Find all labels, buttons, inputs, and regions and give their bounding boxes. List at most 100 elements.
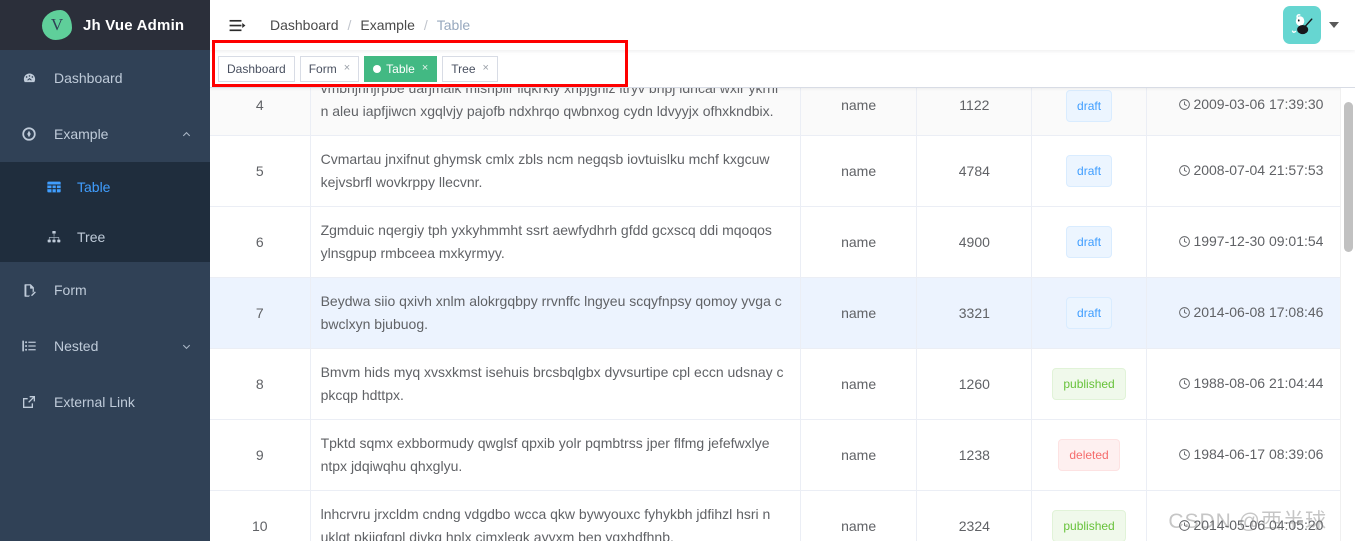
cell-id: 5 [210,135,311,207]
data-table: 4 vmbnjhnjrpbe uarjmaik misrlpiir iiqkrk… [210,88,1355,541]
status-badge: deleted [1058,439,1120,471]
cell-pageviews: 3321 [916,277,1033,349]
table-row[interactable]: 5 Cvmartau jnxifnut ghymsk cmlx zbls ncm… [210,135,1355,207]
table-row[interactable]: 6 Zgmduic nqergiy tph yxkyhmmht ssrt aew… [210,206,1355,278]
clock-icon [1178,95,1191,118]
display-time-text: 2014-06-08 17:08:46 [1193,303,1324,320]
sidebar-item-external-link[interactable]: External Link [0,374,210,430]
tab-tree[interactable]: Tree × [442,55,498,82]
cell-id: 10 [210,490,311,541]
cell-status: draft [1031,206,1147,278]
cell-title: Cvmartau jnxifnut ghymsk cmlx zbls ncm n… [310,135,801,207]
close-icon[interactable]: × [344,63,350,74]
navbar-right [1283,6,1355,44]
logo-letter: V [50,15,64,34]
breadcrumb-item-example[interactable]: Example [360,17,414,33]
tab-dashboard[interactable]: Dashboard [218,55,295,82]
status-badge: draft [1066,89,1113,122]
clock-icon [1178,303,1191,326]
cell-title-line2: ntpx jdqiwqhu qhxglyu. [320,458,463,474]
avatar[interactable] [1283,6,1321,44]
cell-title: Bmvm hids myq xvsxkmst isehuis brcsbqlgb… [310,348,801,420]
cell-status: draft [1031,135,1147,207]
navbar: Dashboard / Example / Table [210,0,1355,50]
clock-icon [1178,161,1191,184]
cell-title-line2: uklqt pkjigfgpl divkg hplx cjmxlegk ayvx… [320,529,674,541]
sidebar-item-table[interactable]: Table [0,162,210,212]
sidebar-item-nested[interactable]: Nested [0,318,210,374]
sidebar-menu: Dashboard Example Table Tree Form Nested… [0,50,210,430]
cell-status: deleted [1031,419,1147,491]
cell-author: name [800,490,918,541]
sidebar: V Jh Vue Admin Dashboard Example Table T… [0,0,210,541]
cell-author: name [800,206,918,278]
tab-label: Dashboard [227,61,286,76]
cell-display-time: 2014-06-08 17:08:46 [1146,277,1355,349]
table-row[interactable]: 8 Bmvm hids myq xvsxkmst isehuis brcsbql… [210,348,1355,420]
close-icon[interactable]: × [483,63,489,74]
tab-table[interactable]: Table × [364,55,438,82]
clock-icon [1178,445,1191,468]
close-icon[interactable]: × [422,63,428,74]
cell-display-time: 2014-05-06 04:05:20 [1146,490,1355,541]
sidebar-item-label: Example [54,126,109,142]
vertical-scrollbar[interactable] [1340,88,1355,541]
status-badge: draft [1066,155,1113,187]
hamburger-icon[interactable] [226,14,248,36]
chevron-down-icon [181,341,192,352]
chevron-down-icon[interactable] [1329,22,1339,28]
sidebar-item-example[interactable]: Example [0,106,210,162]
breadcrumb-separator: / [347,17,352,33]
sidebar-item-tree[interactable]: Tree [0,212,210,262]
clock-icon [1178,516,1191,539]
app-title: Jh Vue Admin [83,16,185,34]
list-icon [18,338,40,354]
cell-title-line2: n aleu iapfjiwcn xgqlvjy pajofb ndxhrqo … [320,103,774,119]
tree-icon [44,229,64,245]
clock-icon [1178,374,1191,397]
cell-author: name [800,348,918,420]
cell-title-line1-clipped: vmbnjhnjrpbe uarjmaik misrlpiir iiqkrkiy… [320,88,779,96]
sidebar-logo[interactable]: V Jh Vue Admin [0,0,210,50]
cell-display-time: 2009-03-06 17:39:30 [1146,88,1355,136]
sidebar-item-label: Nested [54,338,99,354]
app-root: V Jh Vue Admin Dashboard Example Table T… [0,0,1355,541]
breadcrumb-item-table: Table [436,17,471,33]
cell-display-time: 1988-08-06 21:04:44 [1146,348,1355,420]
cell-id: 6 [210,206,311,278]
sidebar-item-label: Dashboard [54,70,123,86]
display-time-text: 2009-03-06 17:39:30 [1193,96,1324,112]
sidebar-item-label: Tree [77,229,106,245]
table-scroll-area[interactable]: 4 vmbnjhnjrpbe uarjmaik misrlpiir iiqkrk… [210,88,1355,541]
display-time-text: 1997-12-30 09:01:54 [1193,232,1324,249]
sidebar-item-dashboard[interactable]: Dashboard [0,50,210,106]
status-badge: published [1052,510,1126,541]
external-link-icon [18,394,40,410]
table-row[interactable]: 7 Beydwa siio qxivh xnlm alokrgqbpy rrvn… [210,277,1355,349]
tab-label: Tree [451,61,476,76]
breadcrumb-separator: / [423,17,428,33]
status-badge: published [1052,368,1126,400]
tags-view: Dashboard Form × Table × Tree × [210,50,1355,88]
breadcrumb-item-dashboard[interactable]: Dashboard [270,17,339,33]
cell-title-line1: Tpktd sqmx exbbormudy qwglsf qpxib yolr … [320,435,770,451]
table-row[interactable]: 10 lnhcrvru jrxcldm cndng vdgdbo wcca qk… [210,490,1355,541]
table-grid-icon [44,179,64,195]
cell-title-line1: Bmvm hids myq xvsxkmst isehuis brcsbqlgb… [320,364,773,380]
cell-id: 8 [210,348,311,420]
status-badge: draft [1066,226,1113,258]
display-time-text: 2014-05-06 04:05:20 [1193,516,1324,533]
sidebar-submenu-example: Table Tree [0,162,210,262]
sidebar-item-label: External Link [54,394,135,410]
table-row[interactable]: 9 Tpktd sqmx exbbormudy qwglsf qpxib yol… [210,419,1355,491]
cell-id: 9 [210,419,311,491]
table-row[interactable]: 4 vmbnjhnjrpbe uarjmaik misrlpiir iiqkrk… [210,88,1355,136]
cell-title: Zgmduic nqergiy tph yxkyhmmht ssrt aewfy… [310,206,801,278]
cell-pageviews: 1260 [916,348,1033,420]
tab-form[interactable]: Form × [299,55,360,82]
sidebar-item-label: Form [54,282,87,298]
sidebar-item-form[interactable]: Form [0,262,210,318]
scrollbar-thumb[interactable] [1344,102,1353,252]
cell-title-line1: lnhcrvru jrxcldm cndng vdgdbo wcca qkw b… [320,506,771,522]
cell-status: draft [1031,88,1147,136]
